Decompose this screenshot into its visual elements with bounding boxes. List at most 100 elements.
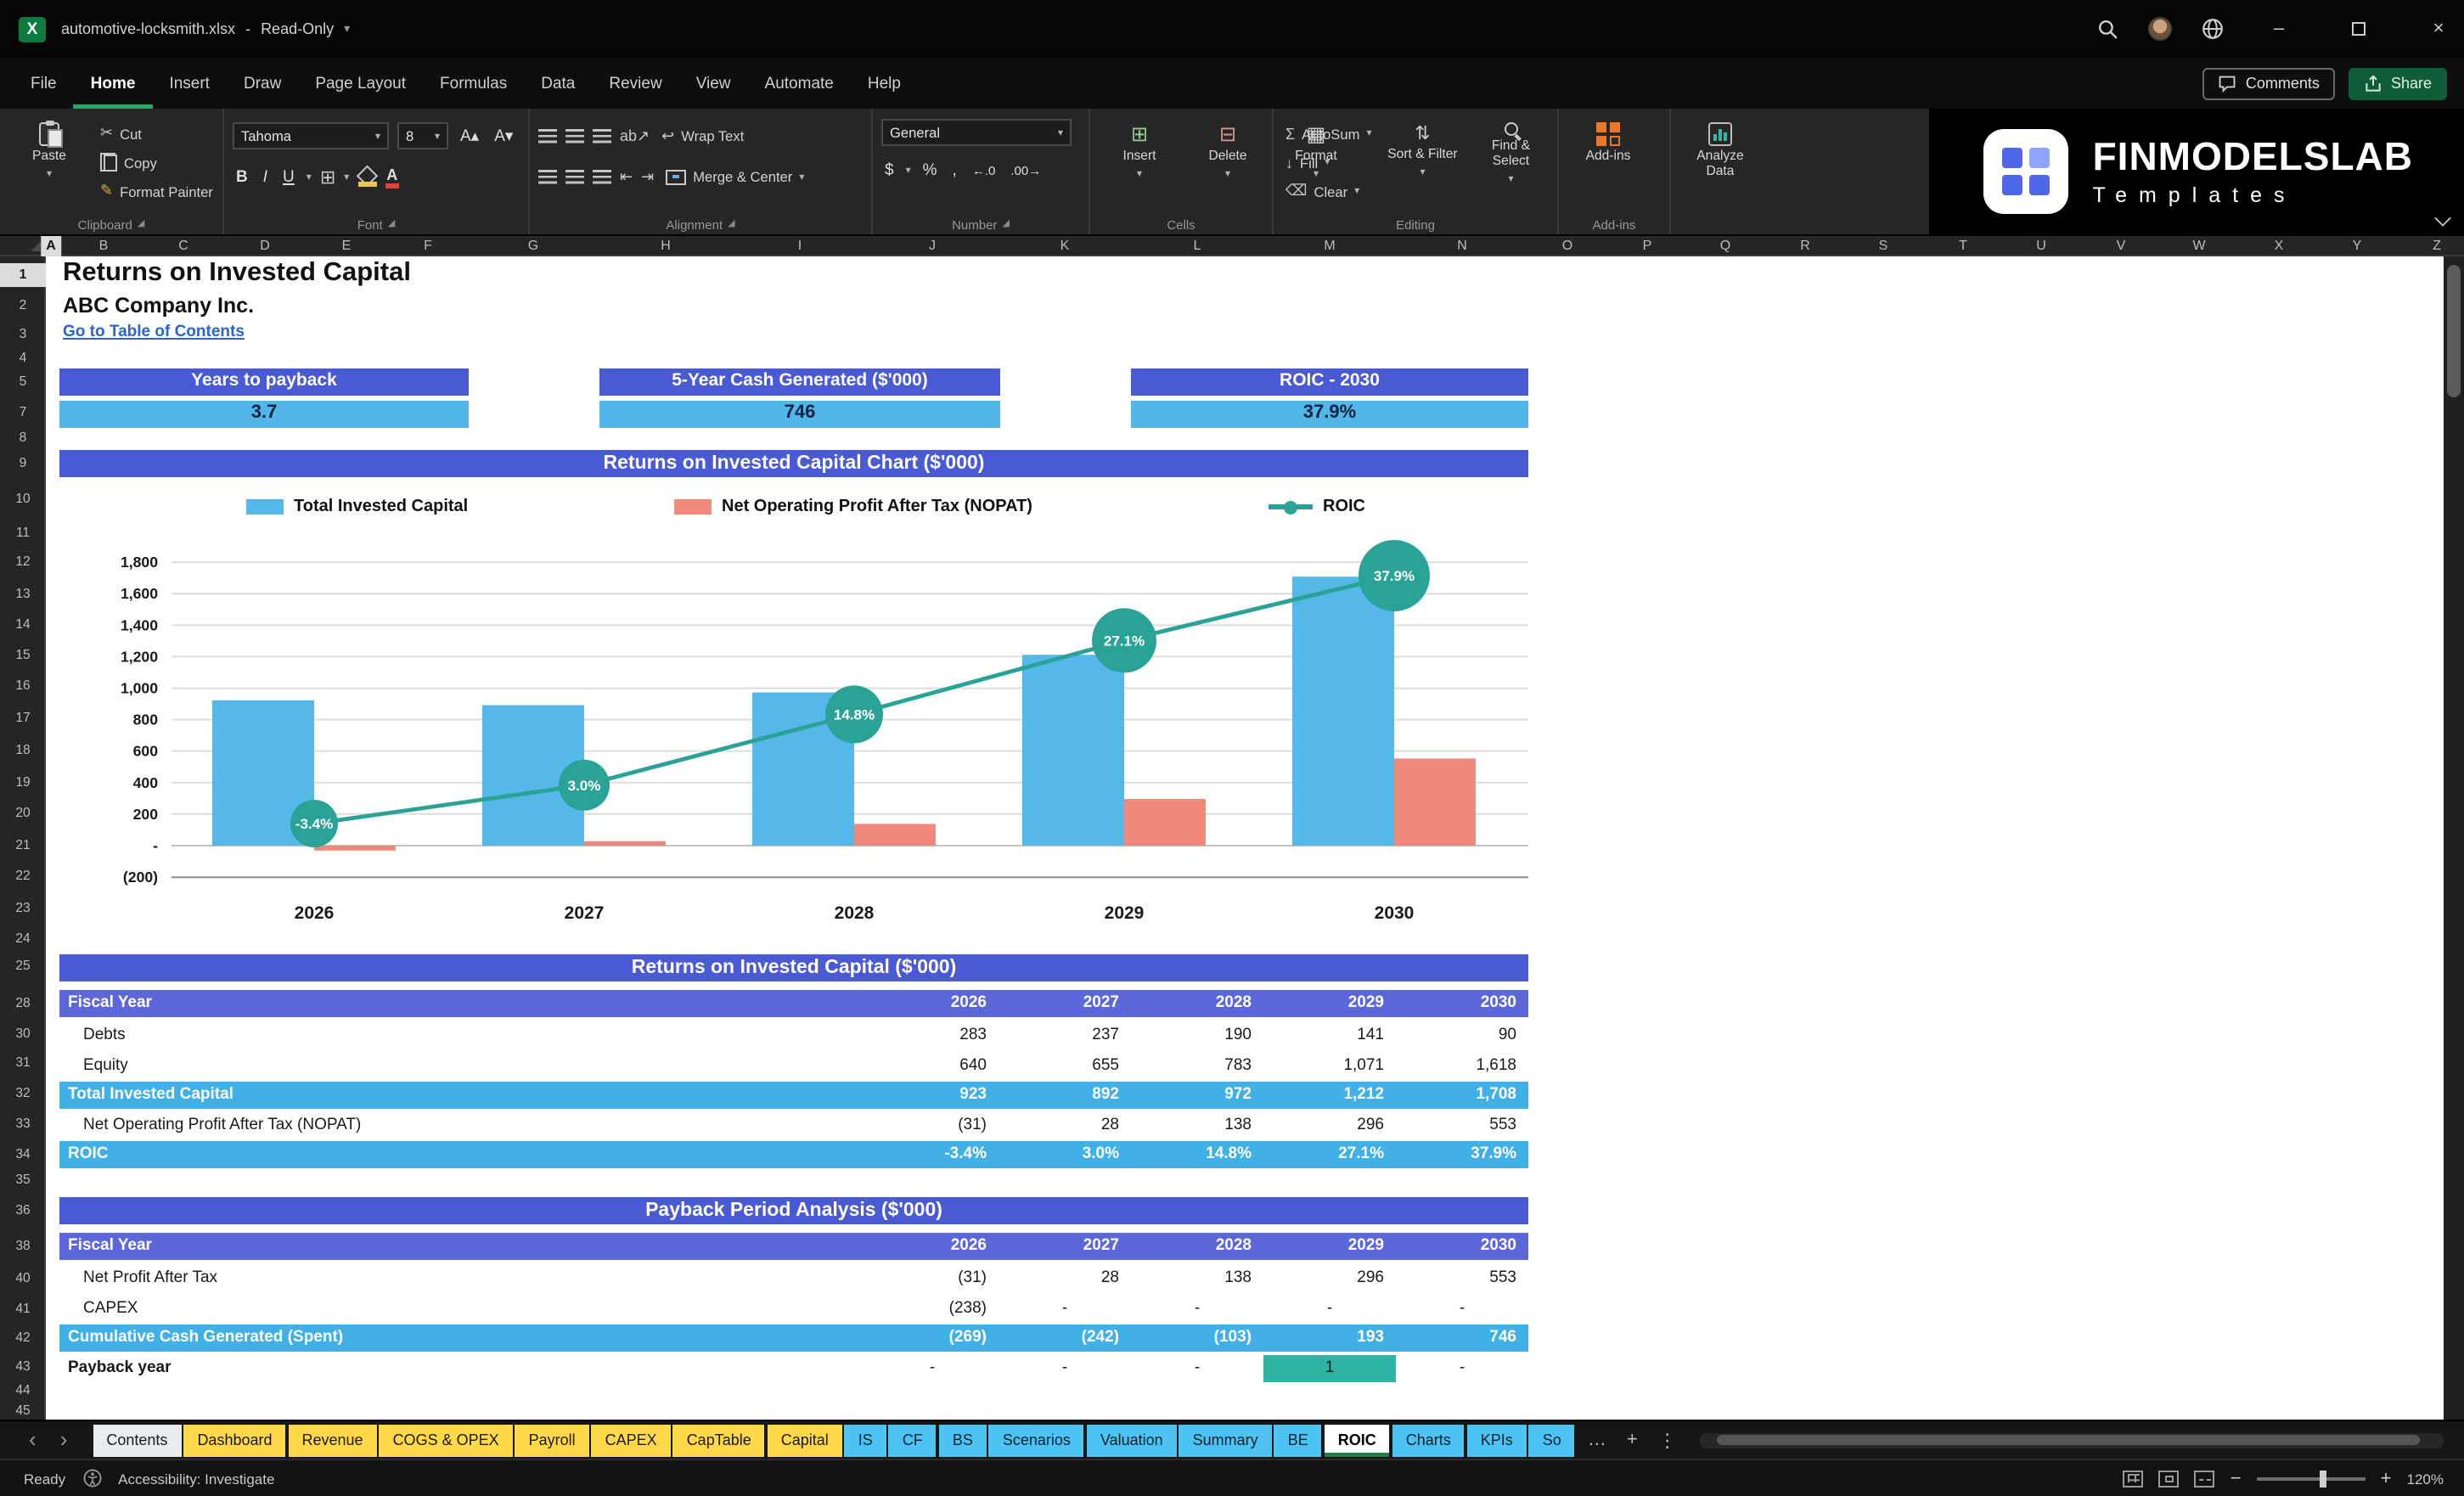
menu-tab-formulas[interactable]: Formulas — [423, 58, 524, 109]
close-button[interactable]: × — [2413, 0, 2464, 58]
column-header-T[interactable]: T — [1954, 236, 1972, 256]
year-header-cell[interactable]: 2029 — [1263, 990, 1396, 1016]
row-label-cell[interactable]: CAPEX — [59, 1295, 866, 1322]
status-accessibility[interactable]: Accessibility: Investigate — [118, 1470, 274, 1487]
row-header-11[interactable]: 11 — [0, 521, 46, 545]
align-left-icon[interactable] — [538, 169, 557, 184]
row-header-12[interactable]: 12 — [0, 550, 46, 574]
column-header-D[interactable]: D — [255, 236, 275, 256]
kpi-value[interactable]: 746 — [599, 401, 1000, 427]
row-header-22[interactable]: 22 — [0, 864, 46, 888]
column-header-H[interactable]: H — [655, 236, 676, 256]
table-of-contents-link[interactable]: Go to Table of Contents — [63, 323, 245, 341]
value-cell[interactable]: (31) — [866, 1265, 999, 1292]
zoom-slider-thumb[interactable] — [2320, 1470, 2327, 1487]
column-header-J[interactable]: J — [924, 236, 941, 256]
value-cell[interactable]: 923 — [866, 1082, 999, 1109]
horizontal-scrollbar[interactable] — [1700, 1432, 2444, 1448]
year-header-cell[interactable]: 2027 — [999, 990, 1131, 1016]
clear-button[interactable]: ⌫ Clear ▾ — [1282, 177, 1375, 205]
addins-button[interactable]: Add-ins — [1567, 119, 1649, 212]
value-cell[interactable]: 90 — [1396, 1022, 1528, 1049]
roic-chart[interactable]: (200) - 200 400 600 800 1,000 1,200 1,400 1,600 1,… — [59, 531, 1528, 946]
dialog-launcher-icon[interactable]: ◢ — [388, 219, 395, 229]
chevron-down-icon[interactable]: ▾ — [344, 171, 349, 183]
value-cell[interactable]: 138 — [1131, 1111, 1263, 1139]
fiscal-year-label[interactable]: Fiscal Year — [59, 1233, 866, 1259]
value-cell[interactable]: - — [1396, 1354, 1528, 1381]
value-cell[interactable]: 783 — [1131, 1052, 1263, 1079]
minimize-button[interactable]: – — [2253, 0, 2304, 58]
menu-tab-draw[interactable]: Draw — [227, 58, 298, 109]
value-cell[interactable]: - — [866, 1354, 999, 1381]
kebab-menu-icon[interactable]: ⋮ — [1648, 1429, 1687, 1451]
menu-tab-help[interactable]: Help — [851, 58, 918, 109]
value-cell[interactable]: 655 — [999, 1052, 1131, 1079]
value-cell[interactable]: (31) — [866, 1111, 999, 1139]
row-label-cell[interactable]: Net Profit After Tax — [59, 1265, 866, 1292]
sheet-tab-contents[interactable]: Contents — [93, 1424, 182, 1456]
menu-tab-page-layout[interactable]: Page Layout — [298, 58, 423, 109]
sheet-tab-bs[interactable]: BS — [938, 1424, 987, 1456]
bar-nopat-2028[interactable] — [854, 824, 936, 846]
column-header-X[interactable]: X — [2270, 236, 2289, 256]
vertical-scrollbar[interactable] — [2444, 256, 2464, 1420]
year-header-cell[interactable]: 2026 — [866, 990, 999, 1016]
zoom-slider[interactable] — [2256, 1470, 2366, 1487]
bar-nopat-2026[interactable] — [314, 846, 396, 851]
decrease-indent-icon[interactable]: ⇤ — [620, 167, 633, 186]
dialog-launcher-icon[interactable]: ◢ — [1002, 219, 1009, 229]
column-header-G[interactable]: G — [523, 236, 543, 256]
copy-button[interactable]: Copy — [97, 148, 217, 177]
value-cell[interactable]: -3.4% — [866, 1141, 999, 1168]
row-label-cell[interactable]: Cumulative Cash Generated (Spent) — [59, 1324, 866, 1352]
globe-icon[interactable] — [2201, 17, 2225, 41]
value-cell[interactable]: - — [999, 1354, 1131, 1381]
align-top-icon[interactable] — [538, 128, 557, 143]
row-header-1[interactable]: 1 — [0, 263, 46, 287]
dialog-launcher-icon[interactable]: ◢ — [728, 219, 734, 229]
row-header-19[interactable]: 19 — [0, 771, 46, 795]
row-header-31[interactable]: 31 — [0, 1051, 46, 1075]
sheet-tab-cf[interactable]: CF — [888, 1424, 937, 1456]
value-cell[interactable]: 553 — [1396, 1265, 1528, 1292]
value-cell[interactable]: 1,618 — [1396, 1052, 1528, 1079]
dialog-launcher-icon[interactable]: ◢ — [138, 219, 144, 229]
sheet-tab-captable[interactable]: CapTable — [672, 1424, 765, 1456]
row-header-20[interactable]: 20 — [0, 801, 46, 825]
paste-button[interactable]: Paste ▾ — [8, 119, 90, 212]
kpi-value[interactable]: 37.9% — [1131, 401, 1528, 427]
decrease-decimal-button[interactable]: .00→ — [1007, 162, 1044, 177]
column-header-R[interactable]: R — [1795, 236, 1815, 256]
value-cell[interactable]: 37.9% — [1396, 1141, 1528, 1168]
year-header-cell[interactable]: 2030 — [1396, 990, 1528, 1016]
value-cell[interactable]: - — [1263, 1295, 1396, 1322]
fiscal-year-label[interactable]: Fiscal Year — [59, 990, 866, 1016]
font-color-icon[interactable]: A — [385, 166, 399, 188]
prev-sheet-icon[interactable]: ‹ — [17, 1423, 48, 1457]
column-header-Z[interactable]: Z — [2427, 236, 2446, 256]
column-header-W[interactable]: W — [2187, 236, 2210, 256]
column-header-V[interactable]: V — [2112, 236, 2131, 256]
value-cell[interactable]: 296 — [1263, 1111, 1396, 1139]
format-painter-button[interactable]: ✎ Format Painter — [97, 177, 217, 205]
zoom-out-button[interactable]: − — [2231, 1468, 2242, 1488]
sheet-tab-summary[interactable]: Summary — [1179, 1424, 1272, 1456]
row-label-cell[interactable]: ROIC — [59, 1141, 866, 1168]
sheet-tab-dashboard[interactable]: Dashboard — [183, 1424, 286, 1456]
row-header-14[interactable]: 14 — [0, 613, 46, 637]
row-label-cell[interactable]: Equity — [59, 1052, 866, 1079]
column-header-M[interactable]: M — [1319, 236, 1340, 256]
delete-cells-button[interactable]: ⊟ Delete ▾ — [1187, 119, 1269, 212]
value-cell[interactable]: (238) — [866, 1295, 999, 1322]
company-name[interactable]: ABC Company Inc. — [63, 293, 254, 317]
row-header-24[interactable]: 24 — [0, 927, 46, 951]
sheet-tab-scenarios[interactable]: Scenarios — [988, 1424, 1084, 1456]
sheet-canvas[interactable]: Returns on Invested Capital ABC Company … — [46, 256, 2444, 1420]
search-icon[interactable] — [2096, 17, 2119, 41]
value-cell[interactable]: 553 — [1396, 1111, 1528, 1139]
sort-filter-button[interactable]: ⇅ Sort & Filter ▾ — [1381, 119, 1463, 212]
bar-nopat-2027[interactable] — [584, 841, 666, 846]
column-header-B[interactable]: B — [94, 236, 114, 256]
row-label-cell[interactable]: Net Operating Profit After Tax (NOPAT) — [59, 1111, 866, 1139]
